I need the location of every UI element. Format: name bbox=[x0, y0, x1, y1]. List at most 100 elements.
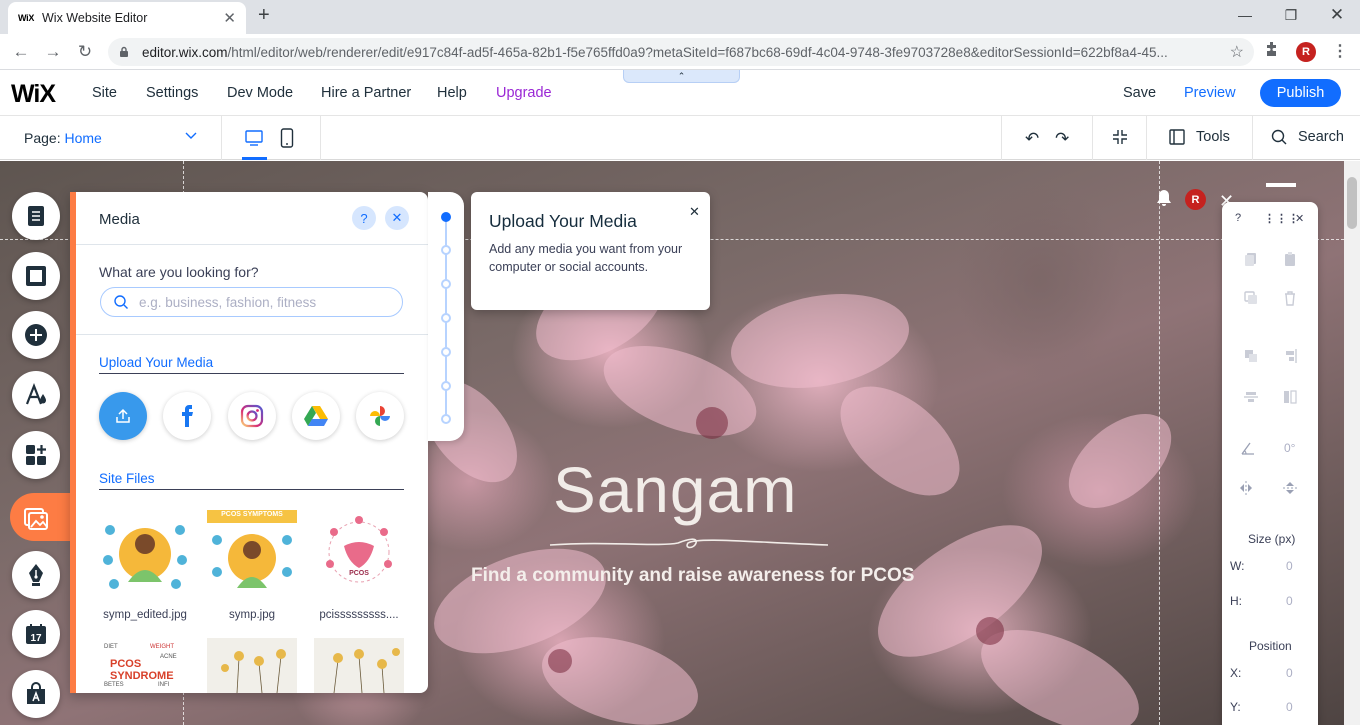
align-icon[interactable] bbox=[1282, 348, 1298, 364]
extensions-icon[interactable] bbox=[1264, 41, 1280, 61]
page-selector[interactable]: Page: Home bbox=[24, 130, 102, 146]
back-icon[interactable]: ← bbox=[10, 41, 32, 63]
mobile-view-icon[interactable] bbox=[280, 127, 294, 149]
flip-vertical-icon[interactable] bbox=[1282, 480, 1298, 496]
collapse-topbar-handle[interactable]: ⌃ bbox=[623, 70, 740, 83]
upload-button[interactable] bbox=[99, 392, 147, 440]
close-icon[interactable]: ✕ bbox=[385, 206, 409, 230]
media-thumbnail[interactable]: DIET WEIGHT ACNE BETES INFI PCOS SYNDROME bbox=[100, 638, 190, 693]
distribute-icon[interactable] bbox=[1243, 389, 1259, 405]
reload-icon[interactable]: ↻ bbox=[74, 41, 96, 63]
restore-icon[interactable]: ❐ bbox=[1276, 4, 1306, 26]
desktop-view-icon[interactable] bbox=[244, 128, 264, 148]
facebook-button[interactable] bbox=[163, 392, 211, 440]
bookmark-star-icon[interactable]: ☆ bbox=[1230, 42, 1244, 62]
height-value[interactable]: 0 bbox=[1286, 594, 1293, 608]
site-menu-icon[interactable] bbox=[1266, 183, 1296, 187]
publish-button[interactable]: Publish bbox=[1260, 79, 1341, 107]
tooltip-close-icon[interactable]: ✕ bbox=[689, 204, 700, 220]
media-thumbnail[interactable] bbox=[314, 638, 404, 693]
new-tab-icon[interactable]: + bbox=[258, 4, 270, 27]
scroller-dot-active[interactable] bbox=[441, 212, 451, 222]
tooltip-body: Add any media you want from your compute… bbox=[489, 242, 683, 274]
scroller-dot[interactable] bbox=[441, 313, 451, 323]
zoom-out-icon[interactable] bbox=[1111, 128, 1129, 151]
canvas-scrollbar-thumb[interactable] bbox=[1347, 177, 1357, 229]
site-tagline-text[interactable]: Find a community and raise awareness for… bbox=[471, 565, 914, 587]
tools-button[interactable]: Tools bbox=[1168, 128, 1230, 146]
menu-dev-mode[interactable]: Dev Mode bbox=[227, 85, 293, 101]
window-close-icon[interactable]: ✕ bbox=[1322, 4, 1352, 26]
menu-help[interactable]: Help bbox=[437, 85, 467, 101]
menu-upgrade[interactable]: Upgrade bbox=[496, 85, 552, 101]
minimize-icon[interactable]: — bbox=[1230, 4, 1260, 26]
search-button[interactable]: Search bbox=[1270, 128, 1344, 146]
undo-icon[interactable]: ↶ bbox=[1025, 129, 1039, 149]
canvas-scrollbar[interactable] bbox=[1344, 161, 1360, 725]
copy-icon[interactable] bbox=[1243, 251, 1259, 267]
scroller-dot[interactable] bbox=[441, 279, 451, 289]
store-button[interactable] bbox=[12, 670, 60, 718]
blog-button[interactable] bbox=[12, 551, 60, 599]
search-icon bbox=[114, 295, 128, 309]
width-value[interactable]: 0 bbox=[1286, 559, 1293, 573]
redo-icon[interactable]: ↷ bbox=[1055, 129, 1069, 149]
menu-settings[interactable]: Settings bbox=[146, 85, 198, 101]
paste-icon[interactable] bbox=[1282, 251, 1298, 267]
store-icon bbox=[27, 682, 45, 704]
instagram-button[interactable] bbox=[228, 392, 276, 440]
media-thumbnail[interactable]: PCOS bbox=[314, 510, 404, 594]
site-member-avatar[interactable]: R bbox=[1185, 189, 1206, 210]
scroller-dot[interactable] bbox=[441, 347, 451, 357]
flip-horizontal-icon[interactable] bbox=[1238, 480, 1254, 496]
height-label: H: bbox=[1230, 594, 1242, 608]
scroller-dot[interactable] bbox=[441, 245, 451, 255]
media-button[interactable] bbox=[10, 493, 74, 541]
bookings-button[interactable]: 17 bbox=[12, 610, 60, 658]
scroller-dot[interactable] bbox=[441, 414, 451, 424]
media-thumbnail[interactable] bbox=[207, 638, 297, 693]
google-photos-button[interactable] bbox=[356, 392, 404, 440]
add-apps-button[interactable] bbox=[12, 431, 60, 479]
menu-hire-a-partner[interactable]: Hire a Partner bbox=[321, 85, 411, 101]
media-thumbnail[interactable]: PCOS SYMPTOMS bbox=[207, 510, 297, 594]
scroller-dot[interactable] bbox=[441, 381, 451, 391]
theme-icon bbox=[25, 382, 46, 405]
divider bbox=[1252, 116, 1253, 160]
rotate-icon[interactable] bbox=[1240, 440, 1256, 456]
add-elements-button[interactable] bbox=[12, 311, 60, 359]
forward-icon[interactable]: → bbox=[42, 41, 64, 63]
arrange-icon[interactable] bbox=[1243, 348, 1259, 364]
notification-bell-icon[interactable] bbox=[1156, 189, 1172, 212]
section-button[interactable] bbox=[12, 252, 60, 300]
url-field[interactable]: editor.wix.com/html/editor/web/renderer/… bbox=[108, 38, 1254, 66]
save-button[interactable]: Save bbox=[1123, 85, 1156, 101]
divider bbox=[1146, 116, 1147, 160]
wix-logo[interactable]: WiX bbox=[11, 80, 56, 109]
tab-close-icon[interactable]: ✕ bbox=[223, 9, 236, 27]
pages-button[interactable] bbox=[12, 192, 60, 240]
tools-label: Tools bbox=[1196, 129, 1230, 145]
chrome-menu-icon[interactable]: ⋮ bbox=[1332, 41, 1348, 61]
media-search-input[interactable]: e.g. business, fashion, fitness bbox=[100, 287, 403, 317]
x-value[interactable]: 0 bbox=[1286, 666, 1293, 680]
inspector-close-icon[interactable]: ✕ bbox=[1295, 212, 1304, 225]
browser-profile-avatar[interactable]: R bbox=[1296, 42, 1316, 62]
preview-button[interactable]: Preview bbox=[1184, 85, 1236, 101]
lock-icon bbox=[118, 46, 130, 58]
y-value[interactable]: 0 bbox=[1286, 700, 1293, 714]
browser-tab[interactable]: WiX Wix Website Editor ✕ bbox=[8, 2, 246, 34]
site-design-button[interactable] bbox=[12, 371, 60, 419]
chevron-down-icon[interactable] bbox=[184, 128, 198, 145]
media-thumbnail[interactable] bbox=[100, 510, 190, 594]
help-icon[interactable]: ? bbox=[352, 206, 376, 230]
rotation-value[interactable]: 0° bbox=[1284, 441, 1295, 455]
duplicate-icon[interactable] bbox=[1243, 290, 1259, 306]
google-drive-button[interactable] bbox=[292, 392, 340, 440]
inspector-help-icon[interactable]: ? bbox=[1235, 212, 1241, 224]
menu-site[interactable]: Site bbox=[92, 85, 117, 101]
upload-icon bbox=[116, 408, 130, 423]
site-title-text[interactable]: Sangam bbox=[553, 453, 797, 527]
match-size-icon[interactable] bbox=[1282, 389, 1298, 405]
delete-icon[interactable] bbox=[1282, 290, 1298, 306]
